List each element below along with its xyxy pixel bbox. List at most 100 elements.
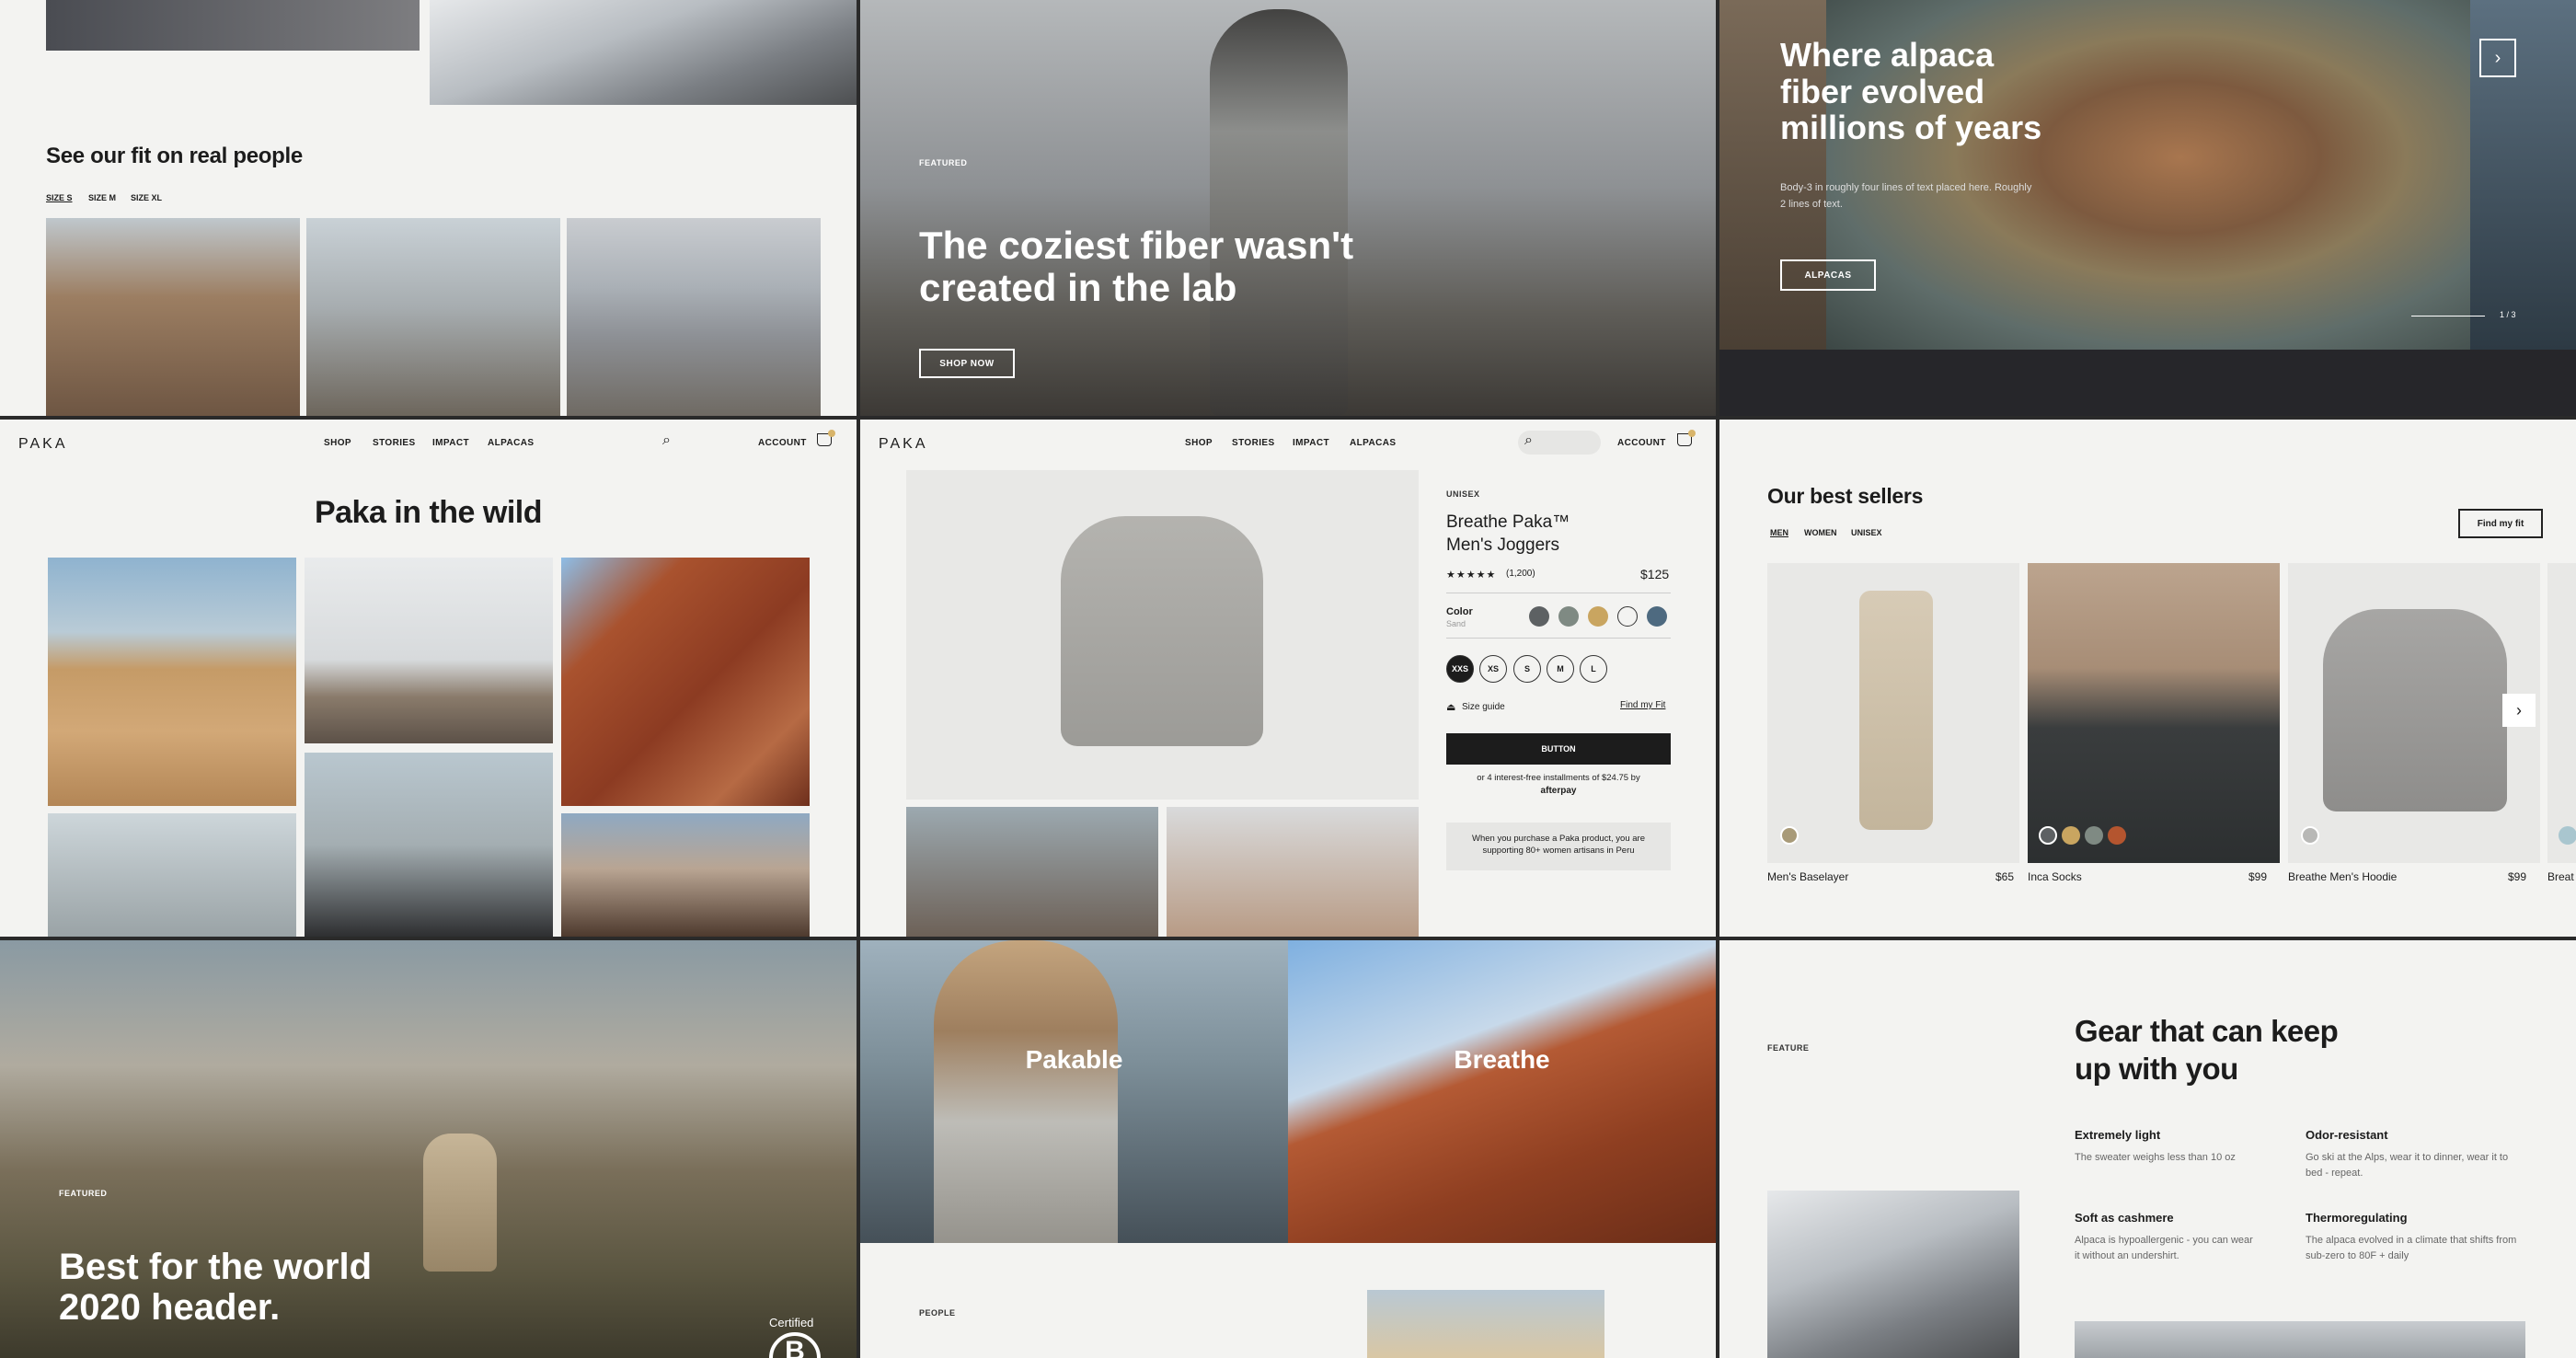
logo[interactable]: PAKA <box>18 436 68 453</box>
feature-title: Thermoregulating <box>2306 1211 2408 1225</box>
fit-photo-1[interactable] <box>46 218 300 416</box>
product-panel: PAKA SHOP STORIES IMPACT ALPACAS ⌕ ACCOU… <box>860 420 1716 937</box>
certified-label: Certified <box>769 1316 814 1329</box>
nav-impact[interactable]: IMPACT <box>1293 438 1329 448</box>
tab-men[interactable]: MEN <box>1770 528 1788 537</box>
nav-stories[interactable]: STORIES <box>373 438 416 448</box>
product-main-image[interactable] <box>906 470 1419 800</box>
gear-kicker: FEATURE <box>1767 1043 1810 1053</box>
joggers-shape <box>1859 591 1933 830</box>
color-swatch[interactable] <box>2062 826 2080 845</box>
top-photo-left <box>46 0 420 51</box>
product-name[interactable]: Breat <box>2547 870 2574 883</box>
add-to-cart-button[interactable]: BUTTON <box>1446 733 1671 765</box>
gear-panel: FEATURE Gear that can keep up with you E… <box>1719 940 2576 1358</box>
wild-photo-desert[interactable] <box>48 558 296 806</box>
nav-shop[interactable]: SHOP <box>1185 438 1213 448</box>
fit-photo-2[interactable] <box>306 218 560 416</box>
feature-text: The sweater weighs less than 10 oz <box>2075 1152 2236 1163</box>
sweater-shape <box>1061 516 1263 746</box>
chevron-right-icon[interactable]: › <box>2502 694 2536 727</box>
nav-alpacas[interactable]: ALPACAS <box>1350 438 1396 448</box>
fit-photo-3[interactable] <box>567 218 821 416</box>
product-thumb-1[interactable] <box>906 807 1158 937</box>
cart-badge <box>828 430 835 437</box>
hero-kicker: FEATURED <box>919 158 968 167</box>
logo[interactable]: PAKA <box>879 436 928 453</box>
product-tag: UNISEX <box>1446 489 1480 499</box>
find-fit-button[interactable]: Find my fit <box>2458 509 2543 538</box>
size-tab-s[interactable]: SIZE S <box>46 193 73 202</box>
person-figure <box>934 940 1118 1243</box>
product-name[interactable]: Inca Socks <box>2028 870 2082 883</box>
nav-impact[interactable]: IMPACT <box>432 438 469 448</box>
gear-photo-right[interactable] <box>2075 1321 2525 1358</box>
gear-photo-left[interactable] <box>1767 1191 2019 1358</box>
find-fit-link[interactable]: Find my Fit <box>1620 700 1665 710</box>
product-card-socks[interactable] <box>2028 563 2280 863</box>
tab-women[interactable]: WOMEN <box>1804 528 1837 537</box>
product-name[interactable]: Men's Baselayer <box>1767 870 1848 883</box>
alpaca-title: Where alpaca fiber evolved millions of y… <box>1780 36 2042 147</box>
category-breathe[interactable]: Breathe <box>1288 940 1716 1243</box>
product-price: $125 <box>1640 567 1670 581</box>
installments-text: or 4 interest-free installments of $24.7… <box>1477 773 1640 783</box>
color-swatch[interactable] <box>2559 826 2576 845</box>
wild-photo-rock[interactable] <box>561 558 810 806</box>
color-swatch[interactable] <box>2108 826 2126 845</box>
alpaca-figure <box>423 1134 497 1272</box>
wild-photo-6[interactable] <box>561 813 810 937</box>
color-swatch[interactable] <box>2039 826 2057 845</box>
nav-shop[interactable]: SHOP <box>324 438 351 448</box>
people-photo[interactable] <box>1367 1290 1604 1358</box>
wild-photo-fog[interactable] <box>305 558 553 743</box>
gear-title: Gear that can keep up with you <box>2075 1014 2339 1087</box>
size-guide-link[interactable]: Size guide <box>1462 702 1505 712</box>
feature-text: Go ski at the Alps, wear it to dinner, w… <box>2306 1152 2509 1179</box>
color-swatch-3[interactable] <box>1588 606 1608 627</box>
search-icon[interactable]: ⌕ <box>662 432 671 449</box>
categories-panel: Pakable Breathe PEOPLE <box>860 940 1716 1358</box>
wild-photo-4[interactable] <box>48 813 296 937</box>
color-swatch-4[interactable] <box>1617 606 1638 627</box>
nav-account[interactable]: ACCOUNT <box>758 438 807 448</box>
cart-badge <box>1688 430 1696 437</box>
product-name[interactable]: Breathe Men's Hoodie <box>2288 870 2397 883</box>
feature-title: Soft as cashmere <box>2075 1211 2174 1225</box>
bcorp-title: Best for the world 2020 header. <box>59 1247 373 1328</box>
product-thumb-2[interactable] <box>1167 807 1419 937</box>
size-xxs[interactable]: XXS <box>1446 655 1474 683</box>
category-label-pakable: Pakable <box>1025 1045 1123 1074</box>
product-card-partial[interactable] <box>2547 563 2576 863</box>
color-swatch-1[interactable] <box>1529 606 1549 627</box>
color-swatch[interactable] <box>2301 826 2319 845</box>
color-swatch-2[interactable] <box>1558 606 1579 627</box>
color-swatch[interactable] <box>1780 826 1799 845</box>
hero-person <box>1210 9 1348 416</box>
color-swatch[interactable] <box>2085 826 2103 845</box>
search-icon[interactable]: ⌕ <box>1524 432 1533 449</box>
color-swatch-5[interactable] <box>1647 606 1667 627</box>
nav-account[interactable]: ACCOUNT <box>1617 438 1666 448</box>
category-pakable[interactable]: Pakable <box>860 940 1288 1243</box>
alpaca-body: Body-3 in roughly four lines of text pla… <box>1780 182 2032 210</box>
size-s[interactable]: S <box>1513 655 1541 683</box>
product-price: $65 <box>1995 870 2015 883</box>
tab-unisex[interactable]: UNISEX <box>1851 528 1882 537</box>
wild-photo-5[interactable] <box>305 753 553 937</box>
nav-alpacas[interactable]: ALPACAS <box>488 438 534 448</box>
alpacas-button[interactable]: ALPACAS <box>1780 259 1876 291</box>
size-l[interactable]: L <box>1580 655 1607 683</box>
chevron-right-icon[interactable]: › <box>2479 39 2516 77</box>
alpaca-hero: Where alpaca fiber evolved millions of y… <box>1719 0 2576 416</box>
shop-now-button[interactable]: SHOP NOW <box>919 349 1015 378</box>
top-photo-right <box>430 0 857 105</box>
b-corp-logo: B <box>769 1332 821 1358</box>
product-card-baselayer[interactable] <box>1767 563 2019 863</box>
bestsellers-panel: Our best sellers MEN WOMEN UNISEX Find m… <box>1719 420 2576 937</box>
nav-stories[interactable]: STORIES <box>1232 438 1275 448</box>
size-tab-m[interactable]: SIZE M <box>88 193 116 202</box>
size-m[interactable]: M <box>1547 655 1574 683</box>
size-xs[interactable]: XS <box>1479 655 1507 683</box>
size-tab-xl[interactable]: SIZE XL <box>131 193 162 202</box>
